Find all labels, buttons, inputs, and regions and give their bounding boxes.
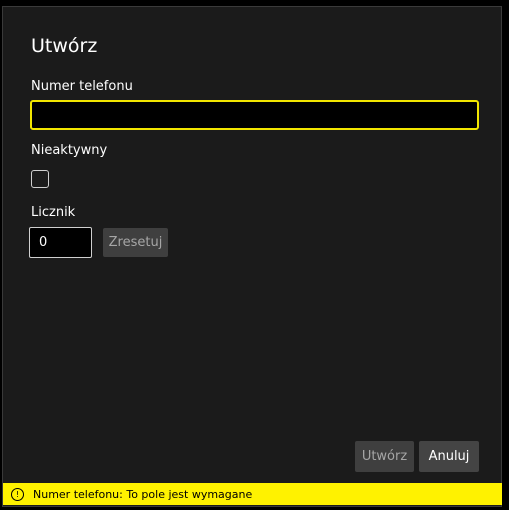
warning-icon: ! xyxy=(11,487,24,501)
counter-input[interactable] xyxy=(29,227,92,258)
phone-input[interactable] xyxy=(30,100,479,130)
reset-button[interactable]: Zresetuj xyxy=(103,228,168,257)
cancel-button[interactable]: Anuluj xyxy=(419,441,479,472)
phone-label: Numer telefonu xyxy=(31,79,133,94)
counter-label: Licznik xyxy=(31,205,76,220)
inactive-checkbox[interactable] xyxy=(31,170,49,188)
validation-error-bar: ! Numer telefonu: To pole jest wymagane xyxy=(3,483,502,505)
dialog-title: Utwórz xyxy=(31,35,98,57)
create-button[interactable]: Utwórz xyxy=(355,441,414,472)
create-dialog: Utwórz Numer telefonu Nieaktywny Licznik… xyxy=(2,6,502,507)
validation-message: Numer telefonu: To pole jest wymagane xyxy=(33,487,253,501)
inactive-label: Nieaktywny xyxy=(31,143,108,158)
